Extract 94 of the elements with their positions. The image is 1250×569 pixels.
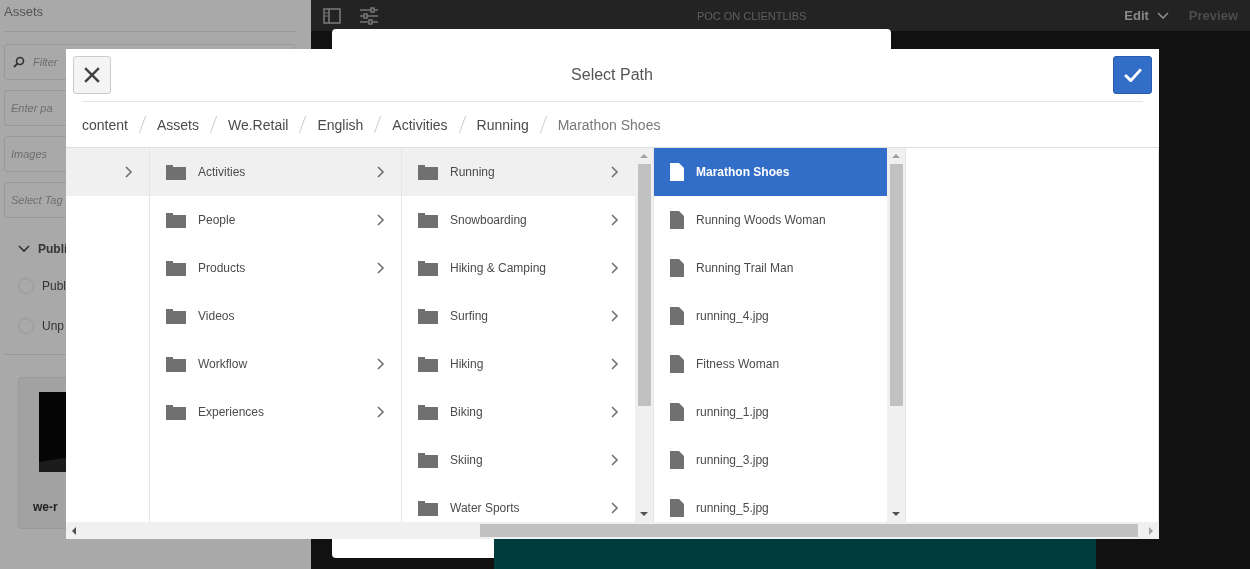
item-label: People bbox=[198, 213, 237, 227]
file-icon bbox=[670, 355, 684, 373]
list-item[interactable]: Running Trail Man bbox=[654, 244, 887, 292]
file-icon bbox=[670, 259, 684, 277]
list-item[interactable]: running_5.jpg bbox=[654, 484, 887, 522]
panel-title: Assets bbox=[4, 0, 295, 32]
close-icon bbox=[84, 67, 100, 83]
item-label: running_1.jpg bbox=[696, 405, 770, 419]
sidebar-toggle-icon[interactable] bbox=[323, 7, 341, 24]
dialog-title: Select Path bbox=[570, 66, 654, 84]
list-item[interactable]: Biking bbox=[402, 388, 635, 436]
list-item[interactable]: Products bbox=[150, 244, 401, 292]
item-label: Products bbox=[198, 261, 247, 275]
close-button[interactable] bbox=[73, 56, 111, 94]
item-label: Activities bbox=[198, 165, 247, 179]
item-label: running_4.jpg bbox=[696, 309, 770, 323]
settings-sliders-icon[interactable] bbox=[359, 6, 379, 25]
breadcrumb-link[interactable]: Running bbox=[476, 116, 529, 133]
item-label: Snowboarding bbox=[450, 213, 528, 227]
list-item[interactable]: Hiking bbox=[402, 340, 635, 388]
search-icon bbox=[13, 56, 25, 68]
item-label: running_5.jpg bbox=[696, 501, 770, 515]
list-item[interactable]: Marathon Shoes bbox=[654, 148, 887, 196]
breadcrumb-link[interactable]: Assets bbox=[156, 116, 199, 133]
horizontal-scrollbar[interactable] bbox=[66, 522, 1159, 539]
list-item[interactable]: Activities bbox=[150, 148, 401, 196]
list-item[interactable] bbox=[66, 148, 149, 196]
breadcrumb-link[interactable]: We.Retail bbox=[227, 116, 289, 133]
item-label: Running Woods Woman bbox=[696, 213, 827, 227]
item-label: Biking bbox=[450, 405, 484, 419]
list-item[interactable]: running_4.jpg bbox=[654, 292, 887, 340]
breadcrumb-link[interactable]: English bbox=[317, 116, 364, 133]
list-item[interactable]: Running Woods Woman bbox=[654, 196, 887, 244]
list-item[interactable]: Skiing bbox=[402, 436, 635, 484]
item-label: Marathon Shoes bbox=[696, 165, 791, 179]
breadcrumb-link[interactable]: content bbox=[82, 116, 128, 133]
folder-icon bbox=[166, 404, 186, 420]
chevron-down-icon[interactable] bbox=[18, 245, 30, 253]
folder-icon bbox=[418, 164, 438, 180]
item-label: Fitness Woman bbox=[696, 357, 781, 371]
list-item[interactable]: running_1.jpg bbox=[654, 388, 887, 436]
caret-icon bbox=[1156, 11, 1169, 20]
file-icon bbox=[670, 211, 684, 229]
vertical-scrollbar[interactable] bbox=[635, 148, 653, 522]
section-title: Publi bbox=[38, 242, 68, 256]
folder-icon bbox=[166, 164, 186, 180]
radio-label: Unp bbox=[42, 319, 64, 333]
file-icon bbox=[670, 163, 684, 181]
item-label: Running bbox=[450, 165, 496, 179]
list-item[interactable]: Experiences bbox=[150, 388, 401, 436]
item-label: running_3.jpg bbox=[696, 453, 770, 467]
confirm-button[interactable] bbox=[1113, 56, 1152, 94]
folder-icon bbox=[418, 260, 438, 276]
folder-icon bbox=[418, 452, 438, 468]
folder-icon bbox=[418, 500, 438, 516]
breadcrumb-link[interactable]: Activities bbox=[392, 116, 448, 133]
list-item[interactable]: Fitness Woman bbox=[654, 340, 887, 388]
folder-icon bbox=[166, 260, 186, 276]
file-icon bbox=[670, 451, 684, 469]
folder-icon bbox=[418, 212, 438, 228]
list-item[interactable]: People bbox=[150, 196, 401, 244]
item-label: Running Trail Man bbox=[696, 261, 795, 275]
file-icon bbox=[670, 499, 684, 517]
list-item[interactable]: Workflow bbox=[150, 340, 401, 388]
list-item[interactable]: Snowboarding bbox=[402, 196, 635, 244]
item-label: Videos bbox=[198, 309, 236, 323]
file-icon bbox=[670, 403, 684, 421]
folder-icon bbox=[166, 356, 186, 372]
item-label: Workflow bbox=[198, 357, 249, 371]
breadcrumb-link[interactable]: Marathon Shoes bbox=[557, 116, 661, 133]
edit-button[interactable]: Edit bbox=[1124, 8, 1169, 23]
list-item[interactable]: running_3.jpg bbox=[654, 436, 887, 484]
folder-icon bbox=[418, 356, 438, 372]
item-label: Experiences bbox=[198, 405, 266, 419]
list-item[interactable]: Running bbox=[402, 148, 635, 196]
item-label: Surfing bbox=[450, 309, 490, 323]
vertical-scrollbar[interactable] bbox=[887, 148, 905, 522]
list-item[interactable]: Water Sports bbox=[402, 484, 635, 522]
asset-name: we-r bbox=[32, 499, 59, 516]
item-label: Skiing bbox=[450, 453, 484, 467]
page-title: POC ON CLIENTLIBS bbox=[695, 9, 808, 22]
list-item[interactable]: Surfing bbox=[402, 292, 635, 340]
item-label: Water Sports bbox=[450, 501, 521, 515]
folder-icon bbox=[418, 404, 438, 420]
radio-label: Publ bbox=[42, 279, 67, 293]
folder-icon bbox=[166, 212, 186, 228]
file-icon bbox=[670, 307, 684, 325]
checkmark-icon bbox=[1123, 68, 1142, 82]
item-label: Hiking bbox=[450, 357, 485, 371]
folder-icon bbox=[418, 308, 438, 324]
list-item[interactable]: Videos bbox=[150, 292, 401, 340]
folder-icon bbox=[166, 308, 186, 324]
list-item[interactable]: Hiking & Camping bbox=[402, 244, 635, 292]
item-label: Hiking & Camping bbox=[450, 261, 548, 275]
